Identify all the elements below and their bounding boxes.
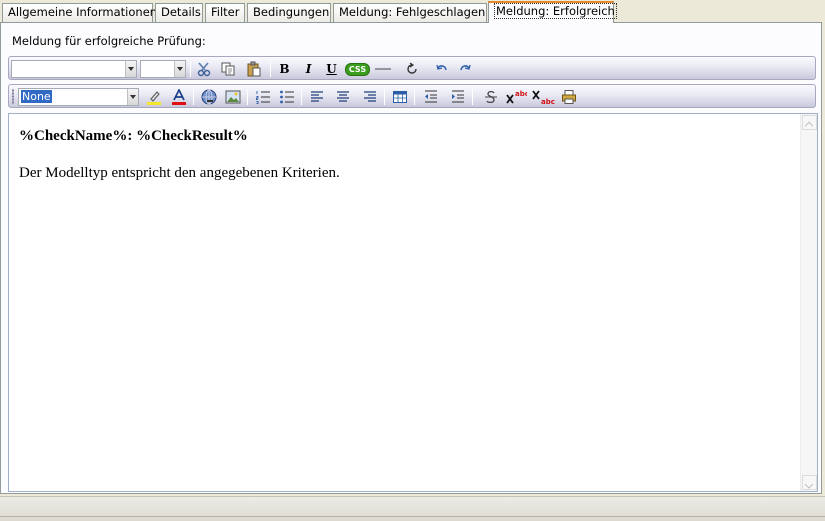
tab-details[interactable]: Details <box>155 3 203 22</box>
svg-text:abc: abc <box>541 98 555 105</box>
scroll-up-button[interactable] <box>802 115 817 130</box>
superscript-icon: abc <box>506 90 527 104</box>
undo-button[interactable] <box>432 60 451 78</box>
rich-text-editor[interactable]: %CheckName%: %CheckResult% Der Modelltyp… <box>8 113 818 492</box>
subscript-button[interactable]: abc <box>531 88 555 106</box>
toolbar-separator <box>384 89 385 105</box>
strikethrough-button[interactable] <box>481 88 500 106</box>
indent-button[interactable] <box>448 88 467 106</box>
css-icon: CSS <box>344 62 371 76</box>
table-icon <box>392 91 407 103</box>
css-button[interactable]: CSS <box>344 60 371 78</box>
horizontal-rule-icon <box>374 68 391 70</box>
style-value: None <box>21 90 52 103</box>
highlighter-icon <box>146 91 161 105</box>
tab-label: Allgemeine Informationen <box>8 5 158 19</box>
editor-heading: %CheckName%: %CheckResult% <box>19 128 248 144</box>
insert-table-button[interactable] <box>390 88 409 106</box>
toolbar-grip[interactable] <box>12 89 14 104</box>
underline-icon: U <box>326 62 337 76</box>
font-color-icon <box>171 89 186 105</box>
numbered-list-button[interactable] <box>253 88 272 106</box>
toolbar-separator <box>193 89 194 105</box>
align-center-button[interactable] <box>333 88 352 106</box>
tab-filter[interactable]: Filter <box>205 3 245 22</box>
tab-label: Filter <box>211 5 240 19</box>
rotate-icon <box>406 62 417 74</box>
editor-content[interactable]: %CheckName%: %CheckResult% Der Modelltyp… <box>19 128 795 182</box>
toolbar-separator <box>270 61 271 77</box>
toolbar-separator <box>247 89 248 105</box>
formatting-toolbar: B I U CSS <box>8 56 816 80</box>
align-left-button[interactable] <box>307 88 326 106</box>
copy-button[interactable] <box>218 60 237 78</box>
tab-allgemeine-informationen[interactable]: Allgemeine Informationen <box>2 3 157 22</box>
tab-meldung-erfolgreich[interactable]: Meldung: Erfolgreich <box>488 1 617 23</box>
chevron-down-icon[interactable] <box>125 61 136 77</box>
paragraph-toolbar: None abc abc <box>8 84 816 108</box>
bullet-list-icon <box>279 90 294 104</box>
superscript-button[interactable]: abc <box>505 88 527 106</box>
tab-bedingungen[interactable]: Bedingungen <box>247 3 331 22</box>
printer-icon <box>561 90 576 104</box>
copy-icon <box>221 62 234 76</box>
tab-panel: Meldung für erfolgreiche Prüfung: B I U … <box>0 22 822 494</box>
bold-button[interactable]: B <box>275 60 294 78</box>
bullet-list-button[interactable] <box>277 88 296 106</box>
bold-icon: B <box>279 62 290 76</box>
svg-text:abc: abc <box>515 90 527 98</box>
undo-icon <box>435 64 447 71</box>
italic-icon: I <box>305 62 312 76</box>
align-left-icon <box>310 91 323 102</box>
paste-button[interactable] <box>244 60 263 78</box>
tab-label: Bedingungen <box>253 5 330 19</box>
scroll-down-button[interactable] <box>802 475 817 490</box>
font-color-button[interactable] <box>169 88 188 106</box>
globe-link-icon <box>201 89 216 105</box>
subscript-icon: abc <box>532 90 555 105</box>
insert-link-button[interactable] <box>199 88 218 106</box>
indent-icon <box>451 90 464 103</box>
chevron-down-icon[interactable] <box>174 61 185 77</box>
editor-paragraph: Der Modelltyp entspricht den angegebenen… <box>19 165 340 181</box>
redo-button[interactable] <box>455 60 474 78</box>
strikethrough-icon <box>484 90 497 104</box>
tab-label: Meldung: Fehlgeschlagen <box>339 5 486 19</box>
refresh-button[interactable] <box>402 60 421 78</box>
status-bar <box>0 496 825 521</box>
toolbar-separator <box>301 89 302 105</box>
tab-bar: Allgemeine Informationen Details Filter … <box>0 0 825 23</box>
tab-label: Meldung: Erfolgreich <box>494 3 617 19</box>
clipboard-icon <box>247 61 260 77</box>
italic-button[interactable]: I <box>299 60 318 78</box>
tab-meldung-fehlgeschlagen[interactable]: Meldung: Fehlgeschlagen <box>333 3 487 22</box>
outdent-button[interactable] <box>421 88 440 106</box>
align-center-icon <box>336 91 349 102</box>
horizontal-rule-button[interactable] <box>373 60 392 78</box>
font-size-combo[interactable] <box>140 60 186 78</box>
message-label: Meldung für erfolgreiche Prüfung: <box>12 34 206 48</box>
toolbar-separator <box>190 61 191 77</box>
font-family-combo[interactable] <box>11 60 137 78</box>
align-right-icon <box>363 91 376 102</box>
vertical-scrollbar[interactable] <box>800 114 817 491</box>
tab-label: Details <box>161 5 201 19</box>
align-right-button[interactable] <box>360 88 379 106</box>
toolbar-separator <box>472 89 473 105</box>
highlight-color-button[interactable] <box>144 88 163 106</box>
insert-image-button[interactable] <box>223 88 242 106</box>
scissors-icon <box>197 62 210 77</box>
style-combo[interactable]: None <box>18 88 139 106</box>
redo-icon <box>459 64 471 71</box>
toolbar-separator <box>414 89 415 105</box>
numbered-list-icon <box>255 91 270 104</box>
print-button[interactable] <box>559 88 578 106</box>
underline-button[interactable]: U <box>322 60 341 78</box>
image-icon <box>225 90 240 104</box>
cut-button[interactable] <box>194 60 213 78</box>
chevron-down-icon[interactable] <box>127 89 138 105</box>
outdent-icon <box>424 90 437 103</box>
